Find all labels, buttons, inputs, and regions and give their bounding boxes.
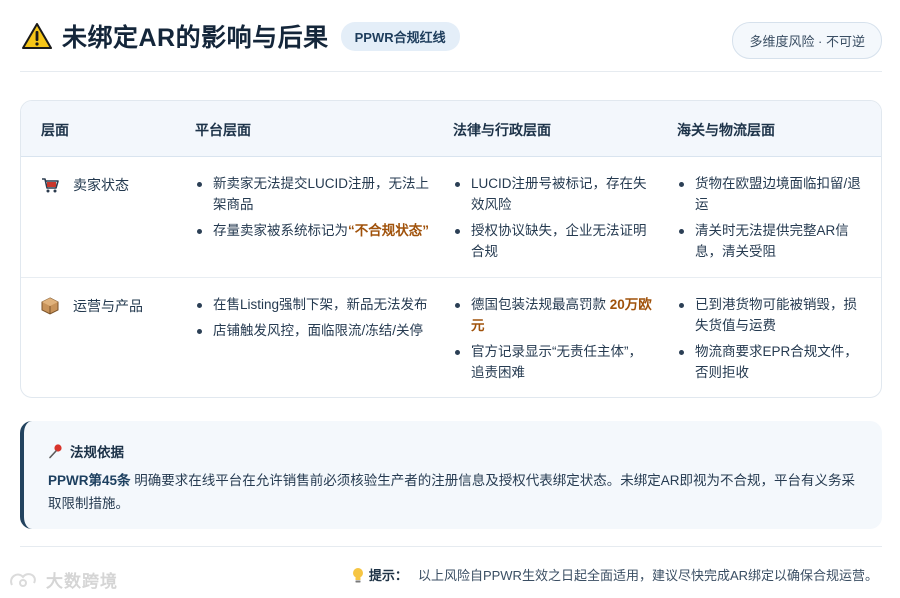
row-label: 卖家状态: [41, 175, 129, 195]
list-item: LUCID注册号被标记，存在失效风险: [453, 173, 653, 215]
highlight-text: 20万欧元: [471, 297, 652, 333]
table-header: 层面 平台层面 法律与行政层面 海关与物流层面: [21, 101, 881, 157]
footer-tip: 提示： 以上风险自PPWR生效之日起全面适用，建议尽快完成AR绑定以确保合规运营…: [351, 565, 878, 584]
list-item: 授权协议缺失，企业无法证明合规: [453, 220, 653, 262]
risk-badge: 多维度风险 · 不可逆: [732, 22, 882, 59]
list-item: 清关时无法提供完整AR信息，清关受阻: [677, 220, 863, 262]
tip-text: 以上风险自PPWR生效之日起全面适用，建议尽快完成AR绑定以确保合规运营。: [417, 568, 878, 583]
column-header-customs: 海关与物流层面: [677, 122, 775, 138]
package-box-icon: [41, 297, 59, 315]
article-reference: PPWR第45条: [48, 473, 131, 488]
watermark-text: 大数跨境: [46, 572, 118, 591]
footer-divider: [20, 546, 882, 547]
highlight-text: “不合规状态”: [348, 223, 429, 238]
table-row: 运营与产品 在售Listing强制下架，新品无法发布 店铺触发风控，面临限流/冻…: [21, 278, 881, 397]
warning-icon: [22, 23, 52, 49]
column-header-platform: 平台层面: [195, 122, 251, 138]
regulation-basis-panel: 法规依据 PPWR第45条 明确要求在线平台在允许销售前必须核验生产者的注册信息…: [20, 421, 882, 529]
list-item: 存量卖家被系统标记为“不合规状态”: [195, 220, 431, 241]
table-row: 卖家状态 新卖家无法提交LUCID注册，无法上架商品 存量卖家被系统标记为“不合…: [21, 157, 881, 278]
list-item: 货物在欧盟边境面临扣留/退运: [677, 173, 863, 215]
impact-table: 层面 平台层面 法律与行政层面 海关与物流层面 卖家状态 新卖家无法提交LUCI…: [20, 100, 882, 398]
customs-cell: 货物在欧盟边境面临扣留/退运 清关时无法提供完整AR信息，清关受阻: [677, 173, 863, 267]
watermark-icon: [10, 572, 36, 587]
shopping-cart-icon: [42, 178, 59, 193]
watermark-logo: 大数跨境: [8, 567, 118, 592]
basis-title: 法规依据: [70, 445, 124, 460]
pushpin-icon: [49, 444, 62, 459]
platform-cell: 新卖家无法提交LUCID注册，无法上架商品 存量卖家被系统标记为“不合规状态”: [195, 173, 431, 246]
compliance-tag: PPWR合规红线: [340, 21, 460, 51]
platform-cell: 在售Listing强制下架，新品无法发布 店铺触发风控，面临限流/冻结/关停: [195, 294, 431, 346]
page-header: 未绑定AR的影响与后果 PPWR合规红线 多维度风险 · 不可逆: [22, 16, 882, 59]
legal-cell: 德国包装法规最高罚款 20万欧元 官方记录显示“无责任主体”，追责困难: [453, 294, 653, 388]
tip-label: 提示：: [368, 568, 408, 583]
list-item: 德国包装法规最高罚款 20万欧元: [453, 294, 653, 336]
list-item: 在售Listing强制下架，新品无法发布: [195, 294, 431, 315]
list-item: 物流商要求EPR合规文件，否则拒收: [677, 341, 863, 383]
list-item: 官方记录显示“无责任主体”，追责困难: [453, 341, 653, 383]
basis-body: 明确要求在线平台在允许销售前必须核验生产者的注册信息及授权代表绑定状态。未绑定A…: [48, 473, 856, 511]
list-item: 店铺触发风控，面临限流/冻结/关停: [195, 320, 431, 341]
list-item: 已到港货物可能被销毁，损失货值与运费: [677, 294, 863, 336]
basis-heading: 法规依据: [48, 441, 858, 461]
legal-cell: LUCID注册号被标记，存在失效风险 授权协议缺失，企业无法证明合规: [453, 173, 653, 267]
list-item: 新卖家无法提交LUCID注册，无法上架商品: [195, 173, 431, 215]
lightbulb-icon: [352, 567, 363, 582]
basis-text: PPWR第45条 明确要求在线平台在允许销售前必须核验生产者的注册信息及授权代表…: [48, 469, 858, 515]
row-label-text: 运营与产品: [73, 298, 143, 314]
row-label: 运营与产品: [41, 296, 143, 316]
column-header-level: 层面: [41, 122, 69, 138]
column-header-legal: 法律与行政层面: [453, 122, 551, 138]
customs-cell: 已到港货物可能被销毁，损失货值与运费 物流商要求EPR合规文件，否则拒收: [677, 294, 863, 388]
header-divider: [20, 71, 882, 72]
row-label-text: 卖家状态: [73, 177, 129, 193]
page-title: 未绑定AR的影响与后果: [62, 24, 329, 52]
